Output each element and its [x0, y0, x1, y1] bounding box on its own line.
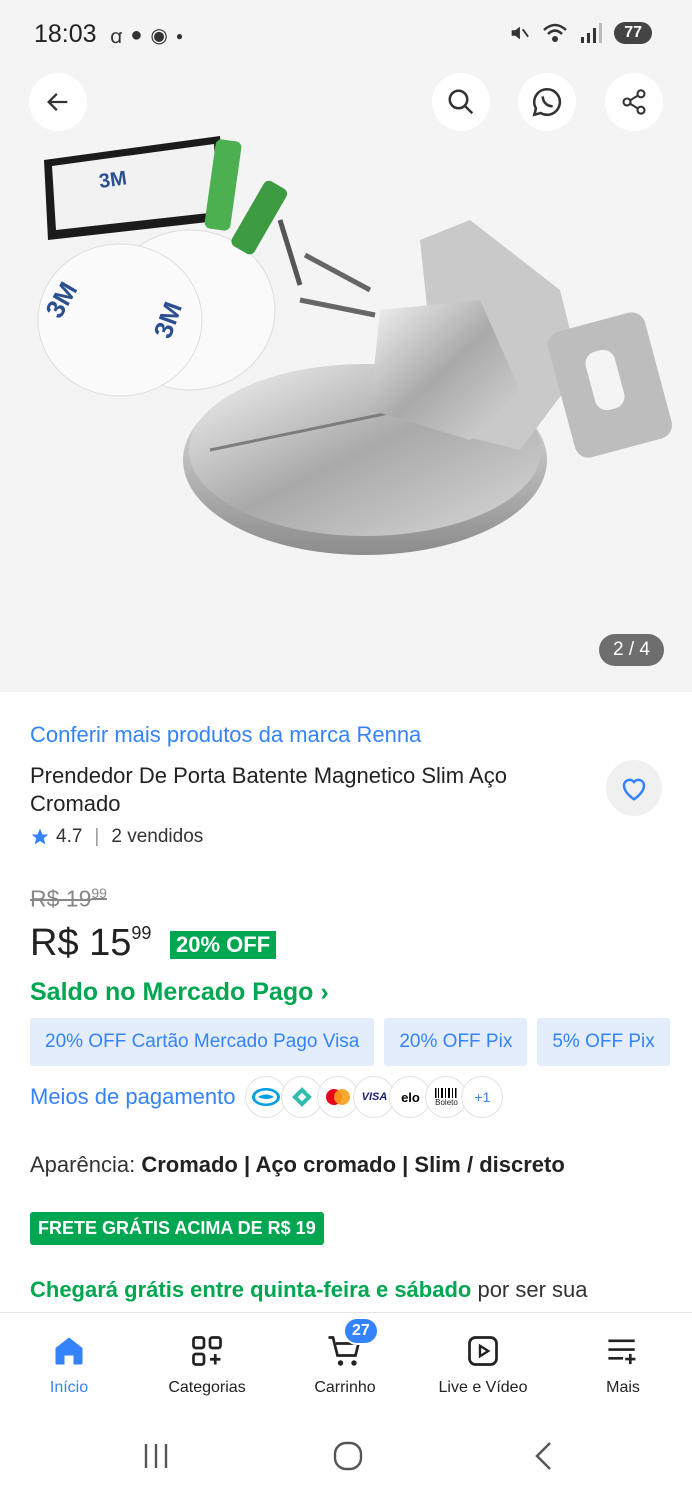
battery-indicator: 77: [614, 22, 652, 44]
share-button[interactable]: [605, 73, 663, 131]
tab-label: Mais: [606, 1379, 640, 1396]
separator: |: [94, 826, 100, 847]
wifi-icon: [543, 23, 568, 42]
promo-chip[interactable]: 20% OFF Cartão Mercado Pago Visa: [30, 1018, 375, 1066]
promo-chip[interactable]: 20% OFF Pix: [384, 1018, 528, 1066]
home-icon: [55, 1337, 83, 1365]
svg-text:3M: 3M: [98, 167, 129, 193]
dot-icon: ●: [175, 28, 184, 43]
payment-methods[interactable]: Meios de pagamento VISA elo Boleto +1: [30, 1076, 504, 1118]
appearance-row: Aparência: Cromado | Aço cromado | Slim …: [30, 1152, 565, 1178]
status-bar: 18:03 ꭤ ● ◉ ● 77: [0, 0, 692, 70]
promo-chip[interactable]: 5% OFF Pix: [537, 1018, 670, 1066]
discount-badge: 20% OFF: [170, 931, 277, 959]
star-icon: [31, 828, 49, 845]
back-button[interactable]: [29, 73, 87, 131]
whatsapp-icon: [532, 87, 562, 117]
sold-count: 2 vendidos: [111, 826, 204, 847]
tab-inicio[interactable]: Início: [0, 1313, 138, 1415]
tab-label: Categorias: [168, 1379, 246, 1396]
chat-icon: ●: [130, 24, 143, 46]
arrow-left-icon: [47, 93, 68, 111]
free-shipping-badge: FRETE GRÁTIS ACIMA DE R$ 19: [30, 1212, 324, 1245]
search-button[interactable]: [432, 73, 490, 131]
saldo-mercado-pago-link[interactable]: Saldo no Mercado Pago ›: [30, 978, 329, 1007]
heart-icon: [622, 778, 646, 801]
arrival-text: Chegará grátis entre quinta-feira e sába…: [30, 1277, 588, 1302]
home-nav-icon[interactable]: [332, 1440, 364, 1472]
tab-carrinho[interactable]: 27 Carrinho: [276, 1313, 414, 1415]
favorite-button[interactable]: [606, 760, 662, 816]
signal-icon: [581, 23, 603, 43]
tab-label: Início: [49, 1379, 89, 1396]
mute-icon: [511, 26, 530, 40]
recent-apps-icon[interactable]: [140, 1440, 172, 1472]
product-gallery[interactable]: 3M 3M 3M 2 / 4: [0, 70, 692, 692]
more-icon: [608, 1339, 636, 1365]
tab-live-video[interactable]: Live e Vídeo: [414, 1313, 552, 1415]
cart-count-badge: 27: [343, 1317, 379, 1345]
tab-label: Carrinho: [314, 1379, 376, 1396]
categories-icon: [192, 1336, 222, 1366]
notification-icon: ꭤ: [110, 26, 123, 48]
rating-row: 4.7 | 2 vendidos: [30, 826, 203, 848]
product-image: 3M 3M 3M: [37, 136, 672, 555]
whatsapp-icon: ◉: [150, 25, 168, 47]
current-price: R$ 1599: [30, 922, 152, 964]
status-right: 77: [508, 22, 652, 44]
tab-mais[interactable]: Mais: [554, 1313, 692, 1415]
promo-chips: 20% OFF Cartão Mercado Pago Visa 20% OFF…: [30, 1018, 670, 1066]
payment-methods-link[interactable]: Meios de pagamento: [30, 1084, 235, 1110]
search-icon: [448, 89, 474, 115]
whatsapp-share-button[interactable]: [518, 73, 576, 131]
tab-categorias[interactable]: Categorias: [138, 1313, 276, 1415]
status-time: 18:03: [34, 20, 97, 48]
appearance-label: Aparência:: [30, 1152, 136, 1177]
play-icon: [468, 1336, 498, 1366]
gallery-counter: 2 / 4: [599, 634, 664, 666]
rating-value: 4.7: [56, 826, 83, 847]
share-icon: [622, 89, 646, 115]
tab-label: Live e Vídeo: [438, 1379, 528, 1396]
old-price: R$ 1999: [30, 885, 107, 912]
more-payments-badge[interactable]: +1: [461, 1076, 504, 1118]
bottom-tab-bar: Início Categorias 27 Carrinho Live e Víd…: [0, 1312, 692, 1414]
brand-link[interactable]: Conferir mais produtos da marca Renna: [30, 722, 421, 748]
notification-icons: ꭤ ● ◉ ●: [110, 22, 183, 49]
appearance-values: Cromado | Aço cromado | Slim / discreto: [141, 1152, 565, 1177]
product-title: Prendedor De Porta Batente Magnetico Sli…: [30, 763, 507, 816]
back-nav-icon[interactable]: [528, 1440, 560, 1472]
system-nav-bar: [0, 1414, 692, 1500]
